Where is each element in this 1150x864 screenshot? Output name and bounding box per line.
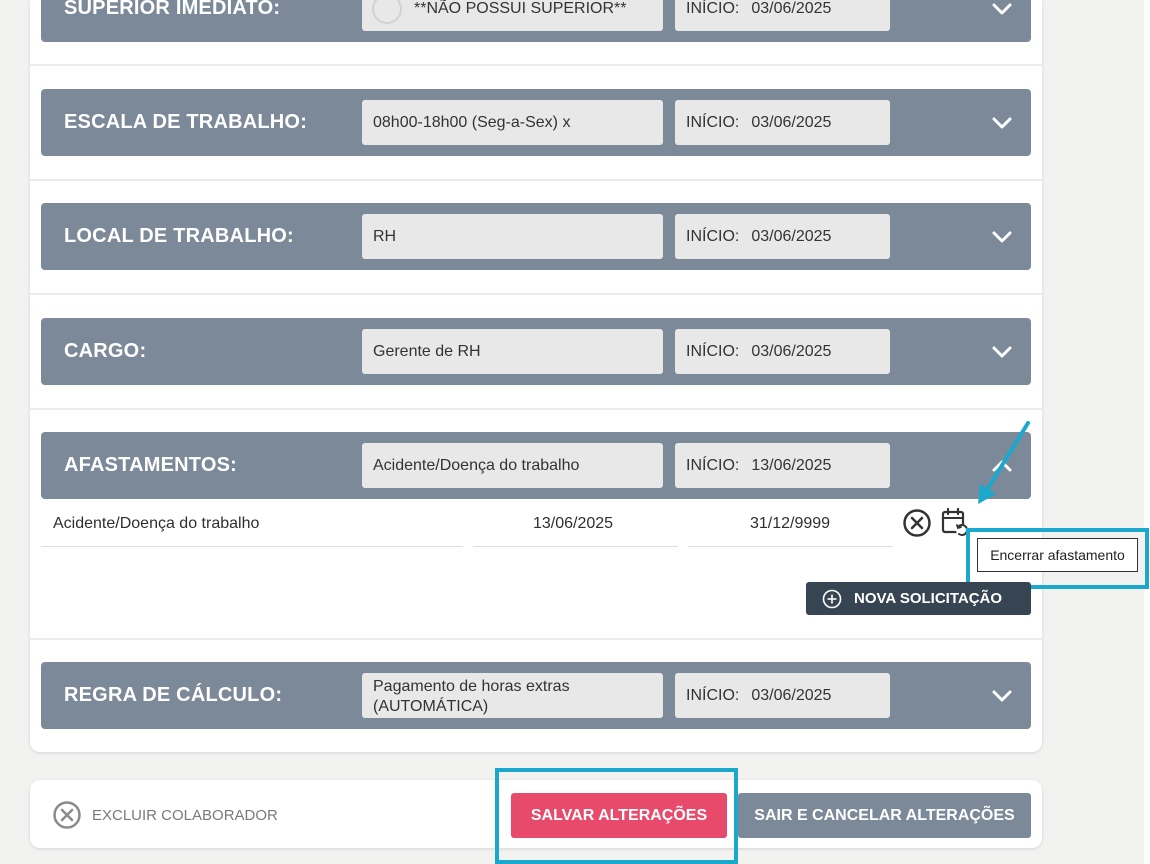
avatar-icon — [372, 0, 402, 24]
section-local-de-trabalho[interactable]: LOCAL DE TRABALHO: RH INÍCIO: 03/06/2025 — [41, 203, 1031, 270]
start-label: INÍCIO: — [686, 342, 740, 360]
annotation-arrow — [978, 421, 1030, 504]
start-label: INÍCIO: — [686, 0, 740, 17]
escala-value: 08h00-18h00 (Seg-a-Sex) x — [362, 100, 663, 145]
divider — [30, 64, 1042, 66]
start-label: INÍCIO: — [686, 456, 740, 474]
page: SUPERIOR IMEDIATO: **NÃO POSSUI SUPERIOR… — [0, 0, 1150, 864]
row-underline — [688, 546, 893, 547]
divider — [30, 408, 1042, 410]
section-label: LOCAL DE TRABALHO: — [64, 225, 294, 247]
superior-value-field: **NÃO POSSUI SUPERIOR** — [362, 0, 663, 31]
cargo-start-field: INÍCIO: 03/06/2025 — [675, 329, 890, 374]
row-underline — [41, 546, 463, 547]
section-label: AFASTAMENTOS: — [64, 454, 237, 476]
afastamento-row-type: Acidente/Doença do trabalho — [53, 515, 260, 532]
divider — [30, 179, 1042, 181]
start-date: 03/06/2025 — [751, 686, 832, 704]
close-circle-icon — [53, 801, 81, 829]
escala-start-field: INÍCIO: 03/06/2025 — [675, 100, 890, 145]
nova-solicitacao-button[interactable]: NOVA SOLICITAÇÃO — [806, 582, 1031, 615]
local-start-field: INÍCIO: 03/06/2025 — [675, 214, 890, 259]
scrollbar-track[interactable] — [1144, 0, 1150, 864]
start-label: INÍCIO: — [686, 227, 740, 245]
start-date: 13/06/2025 — [751, 456, 832, 474]
start-date: 03/06/2025 — [751, 342, 832, 360]
cargo-value: Gerente de RH — [362, 329, 663, 374]
excluir-colaborador-button[interactable]: EXCLUIR COLABORADOR — [52, 800, 278, 830]
regra-start-field: INÍCIO: 03/06/2025 — [675, 673, 890, 718]
chevron-down-icon[interactable] — [991, 685, 1013, 707]
start-date: 03/06/2025 — [751, 0, 832, 17]
plus-circle-icon — [822, 589, 842, 608]
superior-value: **NÃO POSSUI SUPERIOR** — [414, 0, 627, 17]
start-label: INÍCIO: — [686, 686, 740, 704]
section-superior-imediato[interactable]: SUPERIOR IMEDIATO: **NÃO POSSUI SUPERIOR… — [41, 0, 1031, 42]
start-label: INÍCIO: — [686, 113, 740, 131]
superior-start-field: INÍCIO: 03/06/2025 — [675, 0, 890, 31]
nova-solicitacao-label: NOVA SOLICITAÇÃO — [854, 590, 1003, 607]
start-date: 03/06/2025 — [751, 227, 832, 245]
section-label: REGRA DE CÁLCULO: — [64, 684, 283, 706]
afastamento-value: Acidente/Doença do trabalho — [362, 443, 663, 488]
section-label: ESCALA DE TRABALHO: — [64, 111, 308, 133]
chevron-down-icon[interactable] — [991, 226, 1013, 248]
afastamento-row-start: 13/06/2025 — [533, 515, 614, 532]
sair-cancelar-button[interactable]: SAIR E CANCELAR ALTERAÇÕES — [738, 793, 1031, 838]
regra-value-line1: Pagamento de horas extras — [373, 677, 570, 695]
section-cargo[interactable]: CARGO: Gerente de RH INÍCIO: 03/06/2025 — [41, 318, 1031, 385]
excluir-label: EXCLUIR COLABORADOR — [92, 806, 278, 824]
local-value: RH — [362, 214, 663, 259]
tooltip-encerrar-afastamento: Encerrar afastamento — [977, 538, 1138, 572]
afastamento-row-end: 31/12/9999 — [750, 515, 831, 532]
section-label: CARGO: — [64, 340, 147, 362]
divider — [30, 638, 1042, 640]
remove-afastamento-icon[interactable] — [902, 508, 932, 538]
chevron-down-icon[interactable] — [991, 341, 1013, 363]
salvar-alteracoes-button[interactable]: SALVAR ALTERAÇÕES — [511, 793, 727, 838]
row-underline — [473, 546, 678, 547]
start-date: 03/06/2025 — [751, 113, 832, 131]
section-afastamentos[interactable]: AFASTAMENTOS: Acidente/Doença do trabalh… — [41, 432, 1031, 499]
section-escala-de-trabalho[interactable]: ESCALA DE TRABALHO: 08h00-18h00 (Seg-a-S… — [41, 89, 1031, 156]
chevron-down-icon[interactable] — [991, 112, 1013, 134]
regra-value-field: Pagamento de horas extras (AUTOMÁTICA) — [362, 673, 663, 718]
section-label: SUPERIOR IMEDIATO: — [64, 0, 281, 19]
divider — [30, 293, 1042, 295]
section-regra-de-calculo[interactable]: REGRA DE CÁLCULO: Pagamento de horas ext… — [41, 662, 1031, 729]
afastamento-start-field: INÍCIO: 13/06/2025 — [675, 443, 890, 488]
chevron-down-icon[interactable] — [991, 0, 1013, 20]
regra-value-line2: (AUTOMÁTICA) — [373, 697, 489, 715]
